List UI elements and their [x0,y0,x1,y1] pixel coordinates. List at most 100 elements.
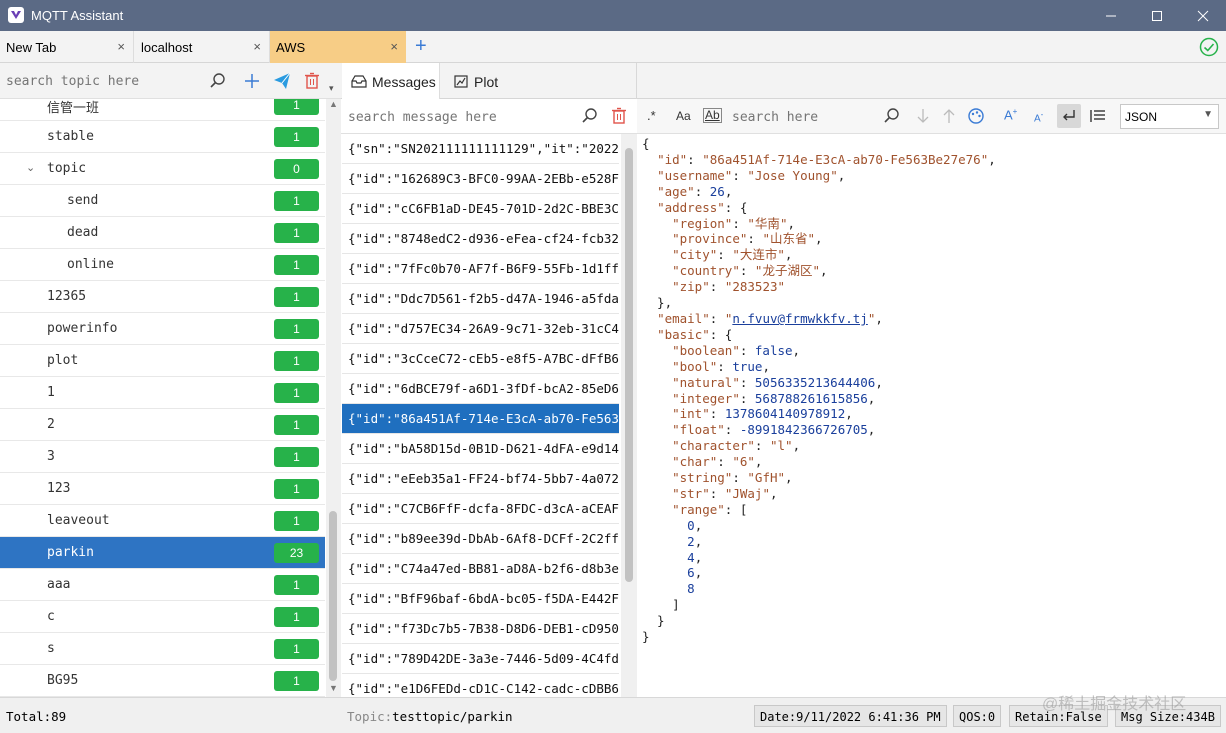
message-search-input[interactable] [348,108,568,126]
message-row[interactable]: {"id":"162689C3-BFC0-99AA-2EBb-e528F46 [342,164,619,194]
detail-search-input[interactable] [732,108,872,126]
word-wrap-button[interactable] [1057,104,1081,128]
search-icon[interactable] [208,71,228,91]
detail-toolbar: .* Aa Ab A+ A- JSON ▼ [637,99,1226,134]
message-row[interactable]: {"id":"eEeb35a1-FF24-bf74-5bb7-4a072f3 [342,464,619,494]
scroll-up-icon[interactable]: ▲ [329,99,338,109]
connected-check-icon [1199,37,1219,57]
json-range-item: 6 [687,565,695,581]
tab-aws[interactable]: AWS × [270,31,406,63]
minimize-button[interactable] [1088,0,1134,31]
title-bar: MQTT Assistant [0,0,1226,31]
scroll-down-icon[interactable]: ▼ [329,683,338,693]
list-icon[interactable] [1088,106,1108,126]
arrow-up-icon[interactable] [939,106,959,126]
message-row[interactable]: {"id":"3cCceC72-cEb5-e8f5-A7BC-dFfB675 [342,344,619,374]
message-count-badge: 1 [274,223,319,243]
message-row[interactable]: {"id":"7fFc0b70-AF7f-B6F9-55Fb-1d1ff5A [342,254,619,284]
format-select[interactable]: JSON ▼ [1120,104,1219,129]
topic-row-selected[interactable]: parkin 23 [0,537,325,569]
json-zip: 283523 [732,279,778,295]
message-row[interactable]: {"id":"bA58D15d-0B1D-D621-4dFA-e9d1464 [342,434,619,464]
topic-row[interactable]: leaveout 1 [0,505,325,537]
collapse-toggle-icon[interactable]: ▾ [329,83,334,94]
chevron-down-icon[interactable]: ⌄ [26,161,35,174]
topic-name: 3 [47,449,55,464]
message-row[interactable]: {"sn":"SN202111111111129","it":"202209 [342,134,619,164]
message-row[interactable]: {"id":"8748edC2-d936-eFea-cf24-fcb32ef [342,224,619,254]
message-preview: {"id":"bA58D15d-0B1D-D621-4dFA-e9d1464 [348,441,619,456]
palette-icon[interactable] [966,106,986,126]
message-count-badge: 1 [274,575,319,595]
topic-row[interactable]: 12365 1 [0,281,325,313]
trash-icon[interactable] [609,106,629,126]
close-window-button[interactable] [1180,0,1226,31]
topic-name: 1 [47,385,55,400]
maximize-button[interactable] [1134,0,1180,31]
font-decrease-icon[interactable]: A- [1034,110,1043,124]
message-row[interactable]: {"id":"BfF96baf-6bdA-bc05-f5DA-E442F5A [342,584,619,614]
topic-row[interactable]: plot 1 [0,345,325,377]
topic-row[interactable]: 信管一班 1 [0,99,325,121]
tab-localhost[interactable]: localhost × [135,31,270,63]
topic-row[interactable]: 11 [0,377,325,409]
topic-name: plot [47,353,79,368]
date-badge: Date:9/11/2022 6:41:36 PM [754,705,947,727]
message-preview: {"id":"d757EC34-26A9-9c71-32eb-31cC434 [348,321,619,336]
topic-row[interactable]: send 1 [0,185,325,217]
add-topic-icon[interactable] [242,71,262,91]
topic-row[interactable]: s1 [0,633,325,665]
arrow-down-icon[interactable] [913,106,933,126]
tab-close-icon[interactable]: × [253,39,261,54]
message-panel: {"sn":"SN202111111111129","it":"202209 {… [341,63,637,697]
message-scrollbar[interactable] [622,134,637,697]
add-tab-icon[interactable]: + [415,36,433,56]
whole-word-icon[interactable]: Ab [703,108,722,123]
font-increase-icon[interactable]: A+ [1004,107,1017,122]
topic-row[interactable]: c1 [0,601,325,633]
message-row[interactable]: {"id":"cC6FB1aD-DE45-701D-2d2C-BBE3C6c [342,194,619,224]
json-int: 1378604140978912 [724,406,846,422]
message-row[interactable]: {"id":"e1D6FEDd-cD1C-C142-cadc-cDBB6e1 [342,674,619,697]
topic-row[interactable]: aaa 1 [0,569,325,601]
message-row[interactable]: {"id":"b89ee39d-DbAb-6Af8-DCFf-2C2ffaA [342,524,619,554]
topic-row[interactable]: ⌄ topic 0 [0,153,325,185]
topic-row[interactable]: BG95 1 [0,665,325,697]
send-icon[interactable] [272,71,292,91]
message-row-selected[interactable]: {"id":"86a451Af-714e-E3cA-ab70-Fe563Be [342,404,619,434]
topic-row[interactable]: dead 1 [0,217,325,249]
topic-scrollbar[interactable]: ▲ ▼ [326,99,341,697]
topic-row[interactable]: powerinfo 1 [0,313,325,345]
topic-row[interactable]: online 1 [0,249,325,281]
json-range-item: 4 [687,549,695,565]
match-case-icon[interactable]: Aa [676,109,691,123]
tab-close-icon[interactable]: × [117,39,125,54]
tab-new-tab[interactable]: New Tab × [0,31,134,63]
search-icon[interactable] [580,106,600,126]
scrollbar-thumb[interactable] [625,148,633,582]
message-preview: {"id":"Ddc7D561-f2b5-d47A-1946-a5fda1a [348,291,619,306]
topic-row[interactable]: 21 [0,409,325,441]
message-row[interactable]: {"id":"6dBCE79f-a6D1-3fDf-bcA2-85eD6ef [342,374,619,404]
tab-close-icon[interactable]: × [390,39,398,54]
close-icon [1197,10,1209,21]
search-icon[interactable] [882,106,902,126]
message-row[interactable]: {"id":"Ddc7D561-f2b5-d47A-1946-a5fda1a [342,284,619,314]
format-value: JSON [1125,110,1158,124]
json-city: 大连市 [739,247,778,263]
message-row[interactable]: {"id":"C7CB6FfF-dcfa-8FDC-d3cA-aCEAF19 [342,494,619,524]
message-row[interactable]: {"id":"d757EC34-26A9-9c71-32eb-31cC434 [342,314,619,344]
scrollbar-thumb[interactable] [329,511,337,681]
topic-row[interactable]: stable 1 [0,121,325,153]
message-row[interactable]: {"id":"789D42DE-3a3e-7446-5d09-4C4fd0d [342,644,619,674]
trash-icon[interactable] [302,71,322,91]
regex-icon[interactable]: .* [647,108,656,123]
message-row[interactable]: {"id":"f73Dc7b5-7B38-D8D6-DEB1-cD950DB [342,614,619,644]
topic-row[interactable]: 123 1 [0,473,325,505]
json-string: GfH [754,470,778,486]
json-natural: 5056335213644406 [754,374,876,390]
topic-search-input[interactable] [6,71,201,91]
message-row[interactable]: {"id":"C74a47ed-BB81-aD8A-b2f6-d8b3e43 [342,554,619,584]
email-link[interactable]: n.fvuv@frmwkkfv.tj [732,311,867,326]
topic-row[interactable]: 31 [0,441,325,473]
